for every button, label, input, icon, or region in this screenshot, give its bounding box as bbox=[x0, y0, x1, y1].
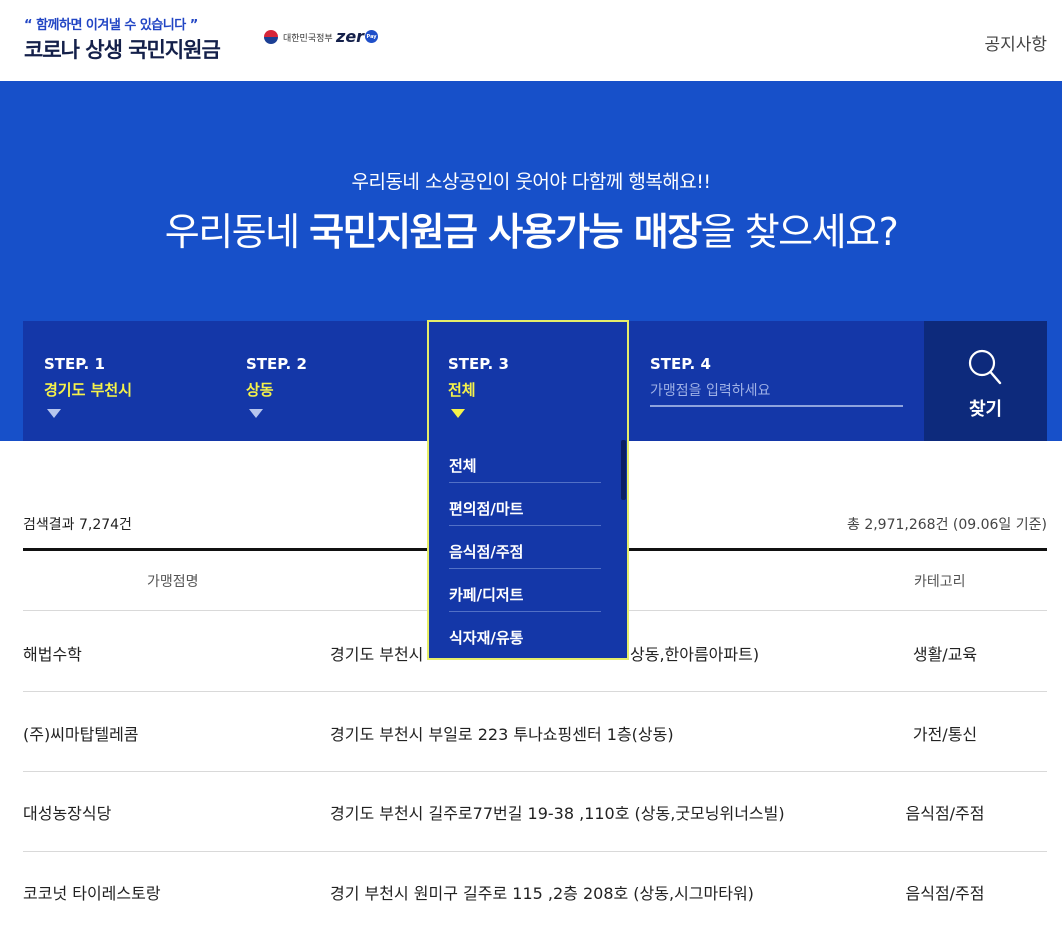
step-3-label: STEP. 3 bbox=[448, 355, 509, 373]
logo-tagline: “ 함께하면 이겨낼 수 있습니다 ” bbox=[24, 18, 198, 33]
store-search-bar: STEP. 1 경기도 부천시 STEP. 2 상동 STEP. 3 전체 ST… bbox=[23, 320, 1047, 442]
hero-subtitle: 우리동네 소상공인이 웃어야 다함께 행복해요!! bbox=[351, 171, 711, 193]
zeropay-logo: zer Pay bbox=[336, 27, 379, 46]
step-3-category-select[interactable]: STEP. 3 전체 bbox=[427, 320, 629, 442]
row-divider bbox=[23, 691, 1047, 692]
store-category: 음식점/주점 bbox=[905, 884, 985, 903]
taegeuk-emblem-icon bbox=[264, 30, 278, 44]
store-name: (주)씨마탑텔레콤 bbox=[23, 725, 139, 744]
dropdown-item-all[interactable]: 전체 bbox=[449, 440, 601, 483]
store-name: 코코넛 타이레스토랑 bbox=[23, 884, 161, 903]
search-button[interactable]: 찾기 bbox=[924, 321, 1047, 441]
row-divider bbox=[23, 851, 1047, 852]
search-button-label: 찾기 bbox=[968, 399, 1003, 420]
store-address: 경기도 부천시 길주로77번길 19-38 ,110호 (상동,굿모닝위너스빌) bbox=[330, 804, 785, 823]
store-name: 대성농장식당 bbox=[23, 804, 112, 823]
dropdown-item-convenience[interactable]: 편의점/마트 bbox=[449, 483, 601, 526]
search-result-count: 검색결과 7,274건 bbox=[23, 517, 132, 533]
total-store-count: 총 2,971,268건 (09.06일 기준) bbox=[846, 517, 1047, 533]
dropdown-item-cafe[interactable]: 카페/디저트 bbox=[449, 569, 601, 612]
step-4-label: STEP. 4 bbox=[650, 355, 711, 373]
hero-title-pre: 우리동네 bbox=[164, 210, 310, 254]
step-1-value: 경기도 부천시 bbox=[44, 381, 133, 399]
step-3-value: 전체 bbox=[448, 381, 476, 399]
chevron-down-icon bbox=[47, 409, 61, 418]
step-2-label: STEP. 2 bbox=[246, 355, 307, 373]
step-1-region-select[interactable]: STEP. 1 경기도 부천시 bbox=[23, 321, 225, 441]
store-address-tail: 상동,한아름아파트) bbox=[630, 645, 760, 664]
zeropay-text: zer bbox=[336, 27, 365, 46]
category-dropdown: 전체 편의점/마트 음식점/주점 카페/디저트 식자재/유통 bbox=[427, 440, 629, 660]
store-address: 경기도 부천시 bbox=[330, 645, 424, 664]
logo-title: 코로나 상생 국민지원금 bbox=[24, 38, 221, 62]
chevron-down-icon bbox=[249, 409, 263, 418]
site-header: “ 함께하면 이겨낼 수 있습니다 ” 코로나 상생 국민지원금 대한민국정부 … bbox=[0, 0, 1062, 81]
store-name: 해법수학 bbox=[23, 645, 82, 664]
header-store-name: 가맹점명 bbox=[147, 574, 199, 590]
step-2-value: 상동 bbox=[246, 381, 274, 399]
store-category: 가전/통신 bbox=[912, 725, 978, 744]
store-category: 음식점/주점 bbox=[905, 804, 985, 823]
row-divider bbox=[23, 771, 1047, 772]
store-category: 생활/교육 bbox=[912, 645, 978, 664]
dropdown-item-restaurant[interactable]: 음식점/주점 bbox=[449, 526, 601, 569]
store-address: 경기 부천시 원미구 길주로 115 ,2층 208호 (상동,시그마타워) bbox=[330, 884, 754, 903]
step-2-dong-select[interactable]: STEP. 2 상동 bbox=[225, 321, 427, 441]
header-category: 카테고리 bbox=[914, 574, 966, 590]
government-logo: 대한민국정부 bbox=[264, 30, 333, 44]
dropdown-item-grocery[interactable]: 식자재/유통 bbox=[449, 612, 601, 655]
step-1-label: STEP. 1 bbox=[44, 355, 105, 373]
site-logo[interactable]: “ 함께하면 이겨낼 수 있습니다 ” 코로나 상생 국민지원금 bbox=[24, 14, 221, 64]
store-address: 경기도 부천시 부일로 223 투나쇼핑센터 1층(상동) bbox=[330, 725, 674, 744]
government-label: 대한민국정부 bbox=[283, 33, 333, 44]
dropdown-scrollbar[interactable] bbox=[621, 440, 626, 500]
search-icon bbox=[968, 349, 1002, 385]
store-name-input[interactable] bbox=[650, 377, 903, 407]
zeropay-badge-icon: Pay bbox=[365, 30, 379, 43]
step-4-store-search: STEP. 4 bbox=[629, 321, 924, 441]
hero-title-post: 을 찾으세요? bbox=[700, 210, 899, 254]
hero-title-bold: 국민지원금 사용가능 매장 bbox=[309, 210, 702, 254]
chevron-down-icon bbox=[451, 409, 465, 418]
notice-link[interactable]: 공지사항 bbox=[984, 30, 1047, 55]
hero-title: 우리동네 국민지원금 사용가능 매장을 찾으세요? bbox=[0, 201, 1062, 256]
